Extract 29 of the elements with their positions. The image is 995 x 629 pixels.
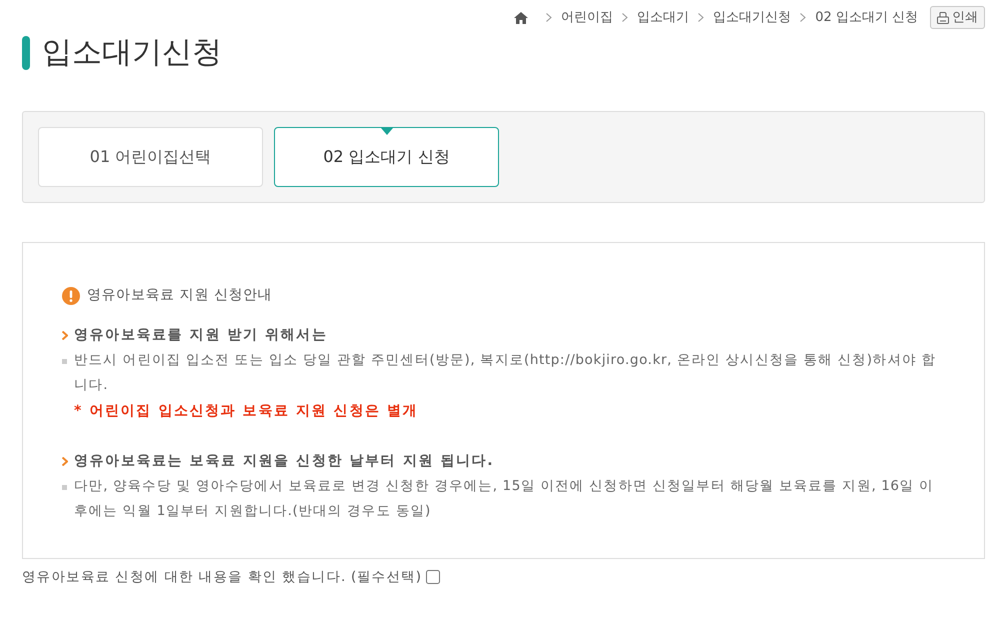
chevron-bullet-icon [62, 457, 68, 466]
square-bullet-icon [62, 359, 67, 364]
breadcrumb-link[interactable]: 입소대기 [637, 8, 690, 28]
section-heading: 영유아보육료는 보육료 지원을 신청한 날부터 지원 됩니다. [74, 452, 494, 471]
chevron-icon [622, 13, 628, 22]
triangle-pointer-icon [380, 128, 392, 135]
step-tab[interactable]: 02 입소대기 신청 [274, 127, 499, 187]
breadcrumb-link[interactable]: 어린이집 [561, 8, 614, 28]
section-heading: 영유아보육료를 지원 받기 위해서는 [74, 326, 328, 345]
printer-icon [937, 12, 949, 24]
chevron-icon [546, 13, 552, 22]
step-tab[interactable]: 01 어린이집선택 [38, 127, 263, 187]
square-bullet-icon [62, 485, 67, 490]
notice-text: 반드시 어린이집 입소전 또는 입소 당일 관할 주민센터(방문), 복지로(http://bokjiro.go.kr, 온라인 상시신청을 통해 신청)하셔야 합니다. [74, 351, 937, 395]
breadcrumb-link[interactable]: 02 입소대기 신청 [815, 8, 918, 28]
agreement-label: 영유아보육료 신청에 대한 내용을 확인 했습니다. (필수선택) [22, 568, 422, 587]
exclamation-icon [62, 286, 80, 304]
warning-text: * 어린이집 입소신청과 보육료 지원 신청은 별개 [74, 402, 420, 421]
page-title: 입소대기신청 [42, 38, 222, 68]
chevron-icon [800, 13, 806, 22]
notice-title: 영유아보육료 지원 신청안내 [87, 286, 272, 305]
print-button[interactable]: 인쇄 [930, 6, 985, 29]
chevron-icon [698, 13, 704, 22]
notice-text: 다만, 양육수당 및 영아수당에서 보육료로 변경 신청한 경우에는, 15일 이전에 신청하면 신청일부터 해당월 보육료를 지원, 16일 이후에는 익월 1일부터 지원합니다.(반대의 경우도 동일) [74, 477, 935, 521]
chevron-bullet-icon [62, 331, 68, 340]
breadcrumb-link[interactable]: 입소대기신청 [713, 8, 792, 28]
title-marker-icon [22, 36, 30, 70]
home-icon [514, 12, 528, 24]
agreement-checkbox[interactable] [426, 570, 440, 584]
